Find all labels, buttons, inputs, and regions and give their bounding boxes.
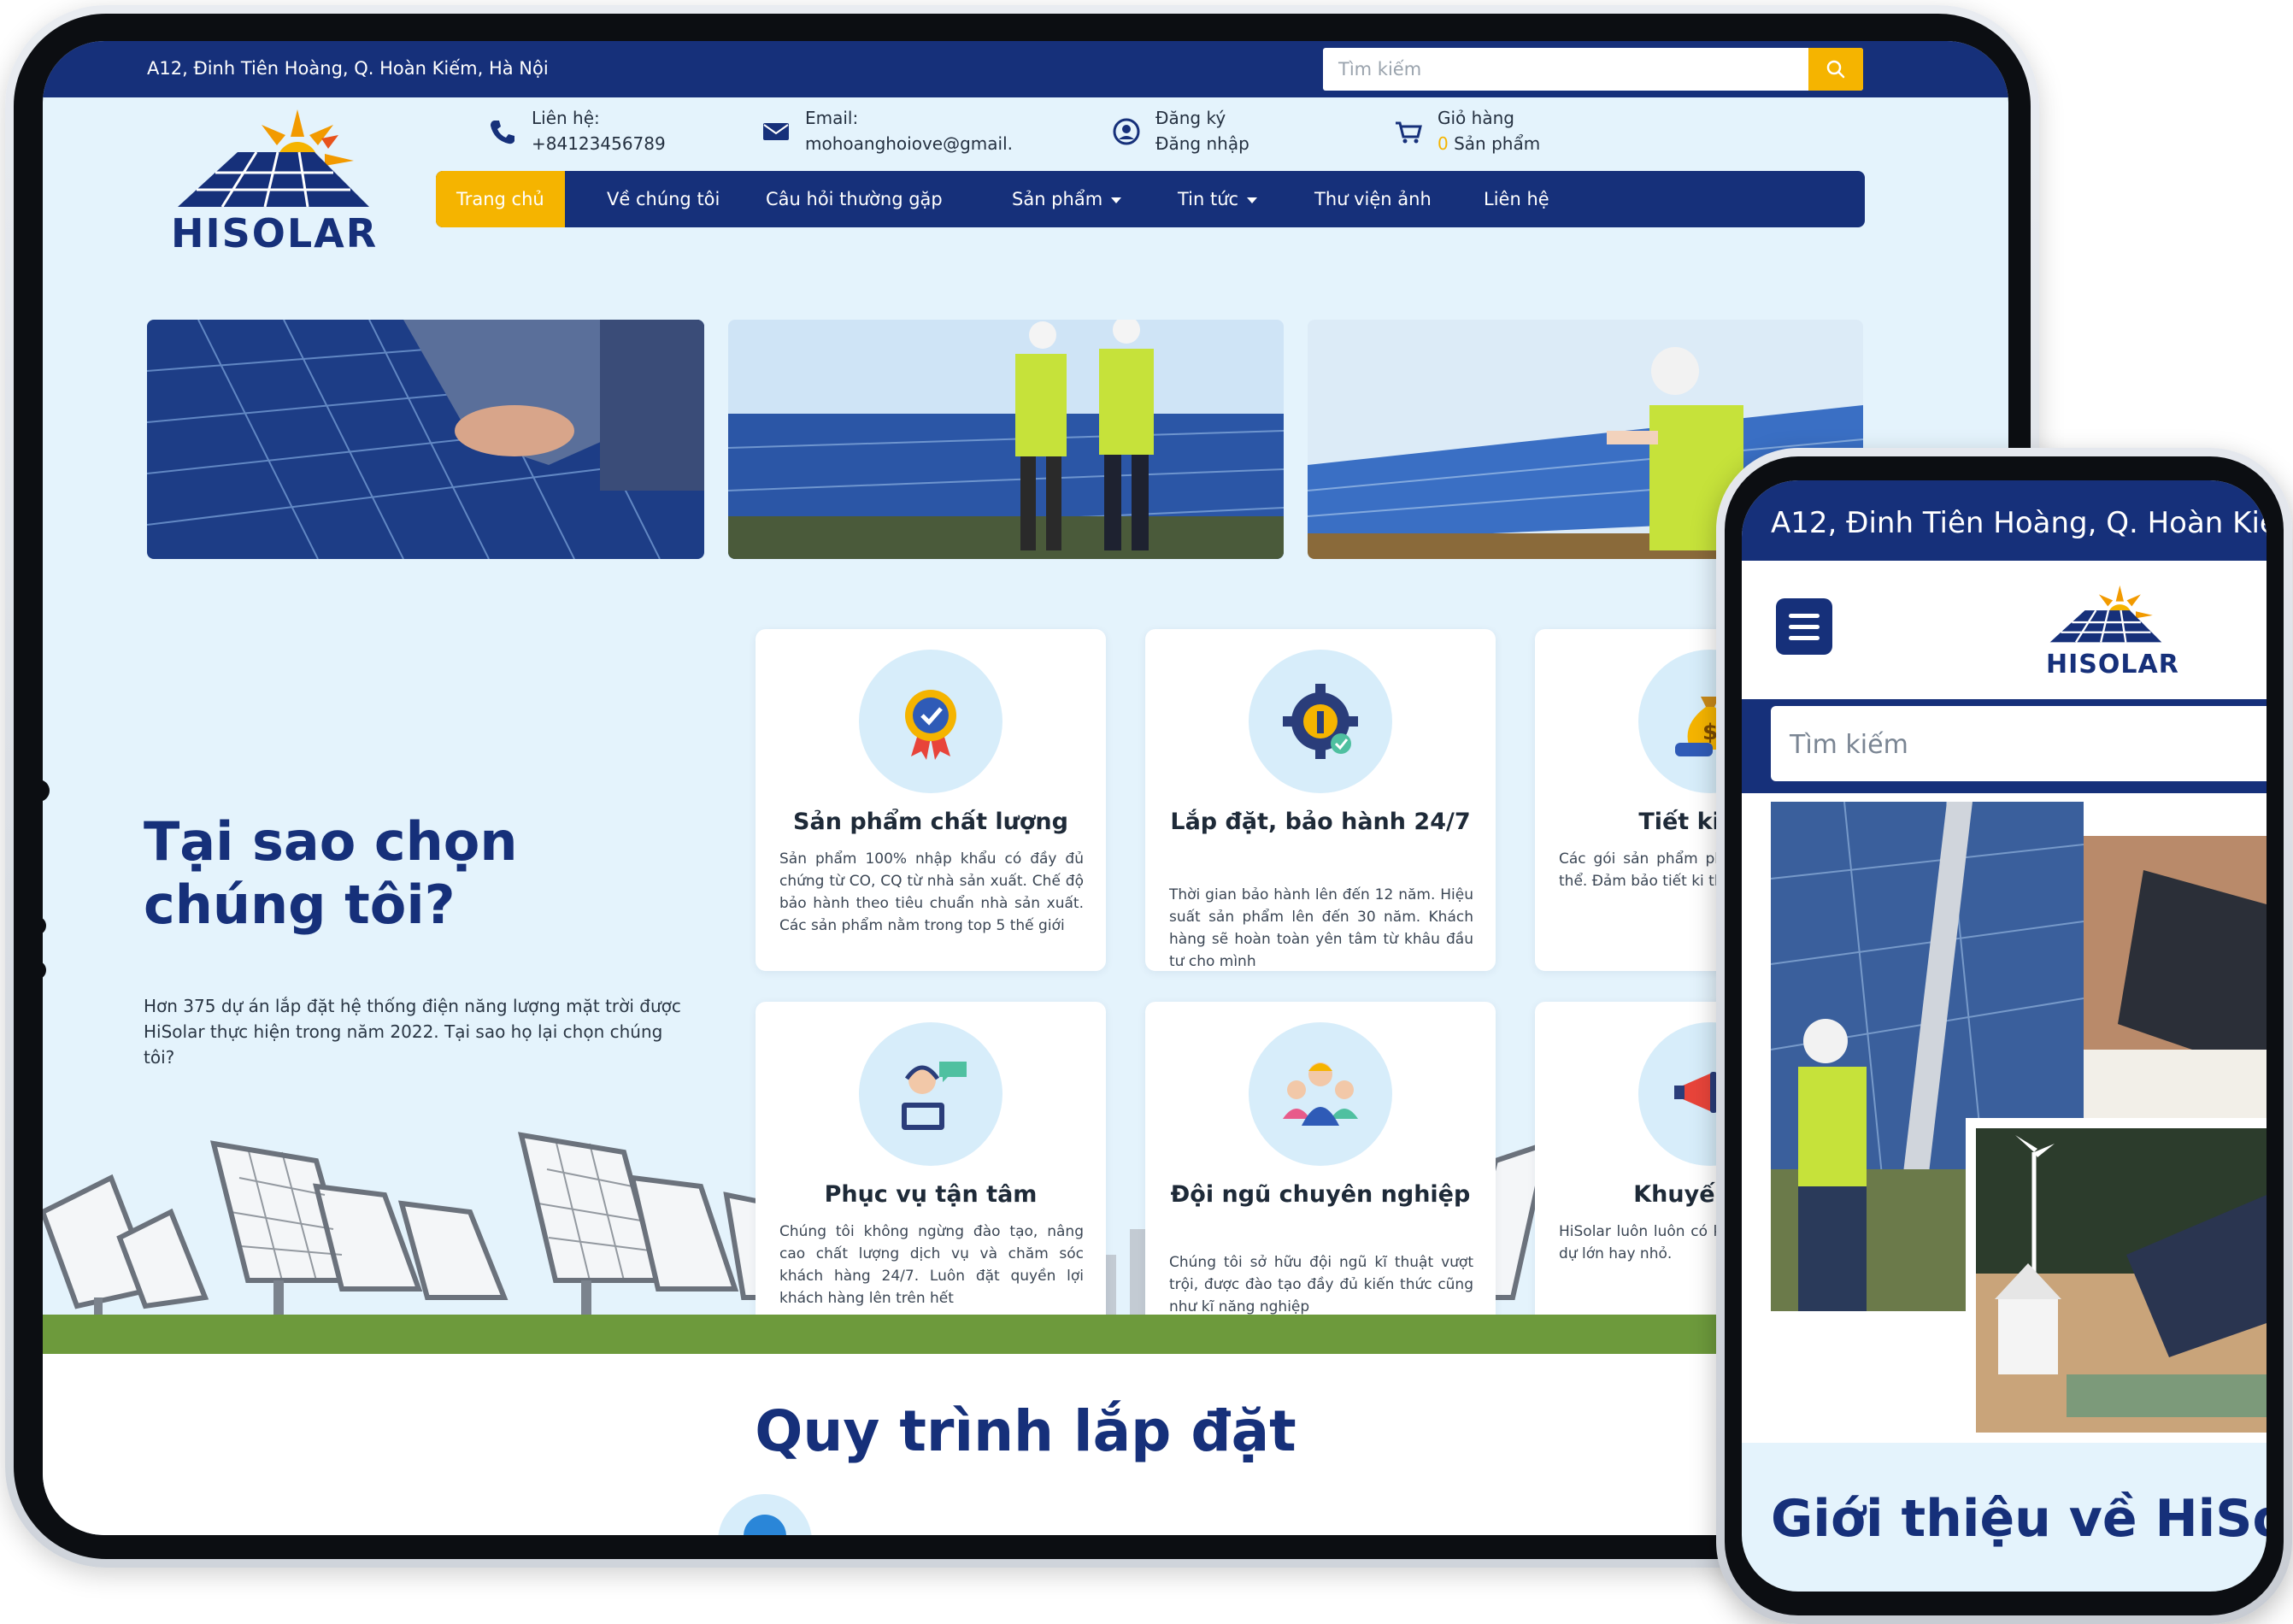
card-description: Chúng tôi không ngừng đào tạo, nâng cao … <box>779 1223 1084 1307</box>
tablet-camera <box>27 780 50 802</box>
hero-photo-2 <box>728 320 1284 559</box>
email-icon <box>763 123 789 140</box>
team-icon <box>1283 1062 1358 1126</box>
quality-badge-icon <box>905 690 956 760</box>
mobile-logo[interactable]: HISOLAR <box>2046 574 2179 685</box>
process-title: Quy trình lắp đặt <box>755 1398 1296 1464</box>
engineers-field-image <box>728 320 1284 559</box>
cart-icon <box>1396 121 1422 144</box>
phone-device: A12, Đinh Tiên Hoàng, Q. Hoàn Kiếm HISOL… <box>1716 448 2292 1624</box>
contact-email-label: Email: <box>805 108 859 128</box>
card-icon-bg <box>859 650 1002 793</box>
chevron-down-icon <box>1111 197 1122 203</box>
mobile-logo-text: HISOLAR <box>2046 650 2179 680</box>
tablet-button <box>27 961 46 980</box>
sun-panel-logo-icon <box>178 109 369 208</box>
register-link[interactable]: Đăng ký <box>1155 108 1226 128</box>
cart-count-line: 0 Sản phẩm <box>1438 133 1540 154</box>
chevron-down-icon <box>1247 197 1258 203</box>
why-description: Hơn 375 dự án lắp đặt hệ thống điện năng… <box>144 996 681 1068</box>
hero-photo-1 <box>147 320 704 559</box>
card-title: Lắp đặt, bảo hành 24/7 <box>1170 809 1471 835</box>
feature-card-team: Đội ngũ chuyên nghiệp Chúng tôi sở hữu đ… <box>1145 1002 1496 1335</box>
menu-icon-bar <box>1789 614 1820 618</box>
tablet-button <box>27 916 46 935</box>
search-button[interactable] <box>1808 48 1863 91</box>
feature-card-installation: Lắp đặt, bảo hành 24/7 Thời gian bảo hàn… <box>1145 629 1496 971</box>
nav-faq[interactable]: Câu hỏi thường gặp <box>766 171 943 227</box>
feature-card-quality: Sản phẩm chất lượng Sản phẩm 100% nhập k… <box>756 629 1106 971</box>
nav-products[interactable]: Sản phẩm <box>1012 171 1122 227</box>
desktop-site: A12, Đinh Tiên Hoàng, Q. Hoàn Kiếm, Hà N… <box>43 41 2008 1535</box>
main-nav: Trang chủ Về chúng tôi Câu hỏi thường gặ… <box>436 171 1865 227</box>
card-description: Sản phẩm 100% nhập khẩu có đầy đủ chứng … <box>779 850 1084 934</box>
mobile-address-text: A12, Đinh Tiên Hoàng, Q. Hoàn Kiếm <box>1771 506 2267 540</box>
search-icon <box>1826 60 1845 79</box>
mobile-header: HISOLAR <box>1742 561 2267 699</box>
site-logo[interactable]: HISOLAR <box>171 101 393 263</box>
phone-icon <box>491 121 514 144</box>
cart-label: Giỏ hàng <box>1438 108 1514 128</box>
menu-icon-bar <box>1789 625 1820 629</box>
contact-email-address[interactable]: mohoanghoiove@gmail. <box>805 133 1013 154</box>
top-bar: A12, Đinh Tiên Hoàng, Q. Hoàn Kiếm, Hà N… <box>43 41 2008 97</box>
wrench-gear-icon <box>1283 684 1358 759</box>
user-icon <box>1113 118 1140 145</box>
card-icon-bg <box>859 1022 1002 1166</box>
search-input[interactable]: Tìm kiếm <box>1338 59 1421 79</box>
nav-about[interactable]: Về chúng tôi <box>607 171 720 227</box>
address-text: A12, Đinh Tiên Hoàng, Q. Hoàn Kiếm, Hà N… <box>147 58 549 79</box>
login-link[interactable]: Đăng nhập <box>1155 133 1249 154</box>
intro-collage-image <box>1770 801 2267 1443</box>
card-icon-bg <box>1249 650 1392 793</box>
mobile-intro-title: Giới thiệu về HiSolar <box>1771 1489 2267 1549</box>
cart-count-label: Sản phẩm <box>1454 133 1541 154</box>
contact-phone-label: Liên hệ: <box>532 108 600 128</box>
solar-hands-image <box>147 320 704 559</box>
card-title: Đội ngũ chuyên nghiệp <box>1170 1181 1471 1208</box>
nav-contact[interactable]: Liên hệ <box>1484 171 1549 227</box>
contact-phone-number[interactable]: +84123456789 <box>532 133 666 154</box>
mobile-search-bar: Tìm kiếm <box>1742 699 2267 793</box>
feature-card-service: Phục vụ tận tâm Chúng tôi không ngừng đà… <box>756 1002 1106 1335</box>
cart-count: 0 <box>1438 133 1449 154</box>
menu-icon-bar <box>1789 636 1820 640</box>
card-description: Thời gian bảo hành lên đến 12 năm. Hiệu … <box>1169 886 1473 970</box>
card-title: Phục vụ tận tâm <box>824 1181 1038 1208</box>
mobile-site: A12, Đinh Tiên Hoàng, Q. Hoàn Kiếm HISOL… <box>1742 480 2267 1592</box>
nav-news[interactable]: Tin tức <box>1178 171 1258 227</box>
mobile-top-bar: A12, Đinh Tiên Hoàng, Q. Hoàn Kiếm <box>1742 480 2267 561</box>
search-box[interactable]: Tìm kiếm <box>1323 48 1863 91</box>
card-title: Sản phẩm chất lượng <box>793 809 1068 835</box>
nav-news-label: Tin tức <box>1178 189 1239 209</box>
card-icon-bg <box>1249 1022 1392 1166</box>
nav-gallery[interactable]: Thư viện ảnh <box>1314 171 1432 227</box>
mobile-intro-collage <box>1742 793 2267 1443</box>
why-title: Tại sao chọn chúng tôi? <box>144 810 518 936</box>
nav-home[interactable]: Trang chủ <box>436 171 565 227</box>
card-description: Chúng tôi sở hữu đội ngũ kĩ thuật vượt t… <box>1169 1254 1473 1315</box>
nav-products-label: Sản phẩm <box>1012 189 1103 209</box>
sun-panel-logo-icon <box>2049 585 2162 644</box>
logo-text: HISOLAR <box>171 210 379 256</box>
support-agent-icon <box>902 1062 967 1130</box>
menu-button[interactable] <box>1776 598 1832 655</box>
mobile-search-box[interactable]: Tìm kiếm <box>1771 706 2267 781</box>
grass-strip <box>43 1315 2008 1354</box>
mobile-search-input[interactable]: Tìm kiếm <box>1790 730 1908 760</box>
